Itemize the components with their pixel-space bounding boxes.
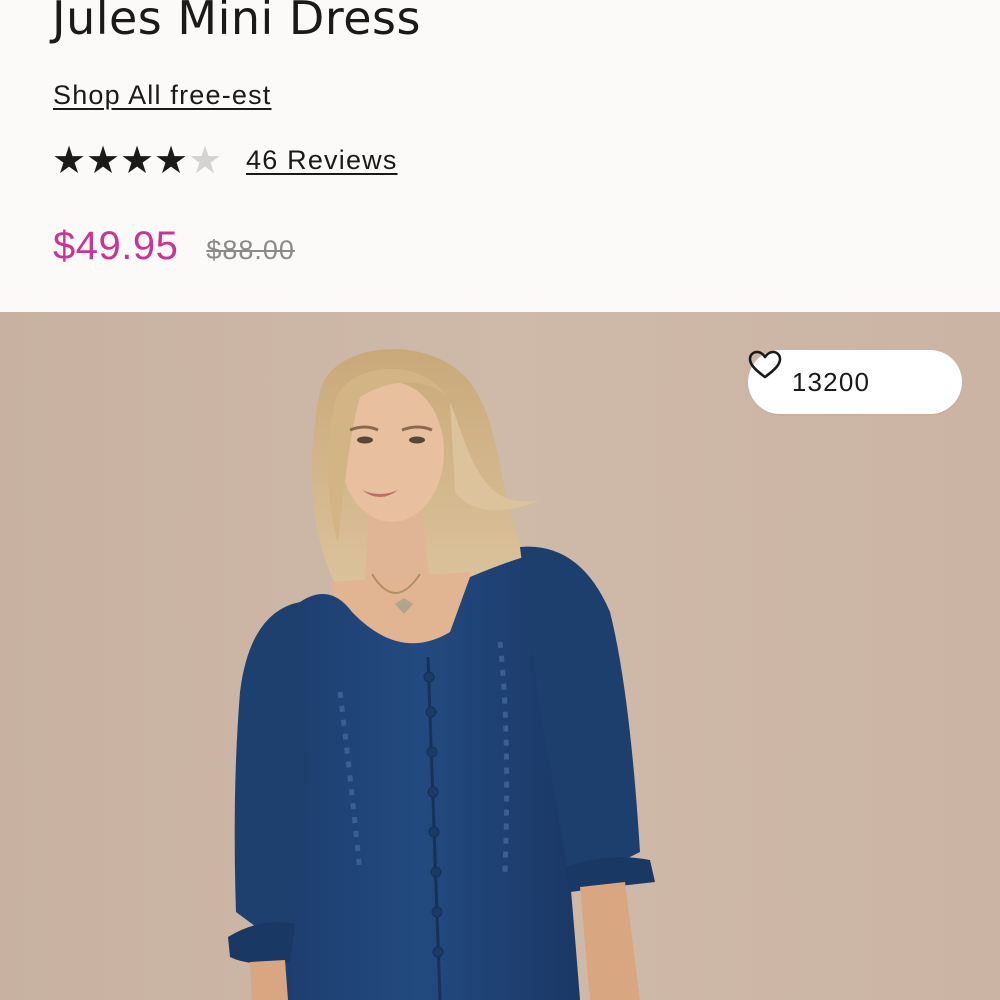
product-title: Jules Mini Dress <box>52 0 421 45</box>
rating-stars: ★ ★ ★ ★ ★ <box>52 140 222 180</box>
star-filled-icon: ★ <box>86 138 121 182</box>
product-hero-image[interactable]: 13200 <box>0 312 1000 1000</box>
model-photo <box>0 312 1000 1000</box>
sale-price: $49.95 <box>53 224 179 268</box>
product-info: Jules Mini Dress Shop All free-est ★ ★ ★ ★ ★… <box>0 0 1000 310</box>
original-price: $88.00 <box>206 235 295 265</box>
favorites-count: 13200 <box>791 366 871 397</box>
star-filled-icon: ★ <box>154 138 189 182</box>
favorite-button[interactable]: 13200 <box>748 350 962 414</box>
star-filled-icon: ★ <box>120 138 155 182</box>
reviews-link[interactable]: 46 Reviews <box>246 143 398 177</box>
star-empty-icon: ★ <box>188 138 223 182</box>
product-rating: ★ ★ ★ ★ ★ 46 Reviews <box>52 140 398 180</box>
product-page: Jules Mini Dress Shop All free-est ★ ★ ★ ★ ★… <box>0 0 1000 1000</box>
star-filled-icon: ★ <box>52 138 87 182</box>
shop-all-brand-link[interactable]: Shop All free-est <box>53 78 272 112</box>
heart-icon <box>748 350 918 397</box>
price-row: $49.95 $88.00 <box>53 222 295 270</box>
